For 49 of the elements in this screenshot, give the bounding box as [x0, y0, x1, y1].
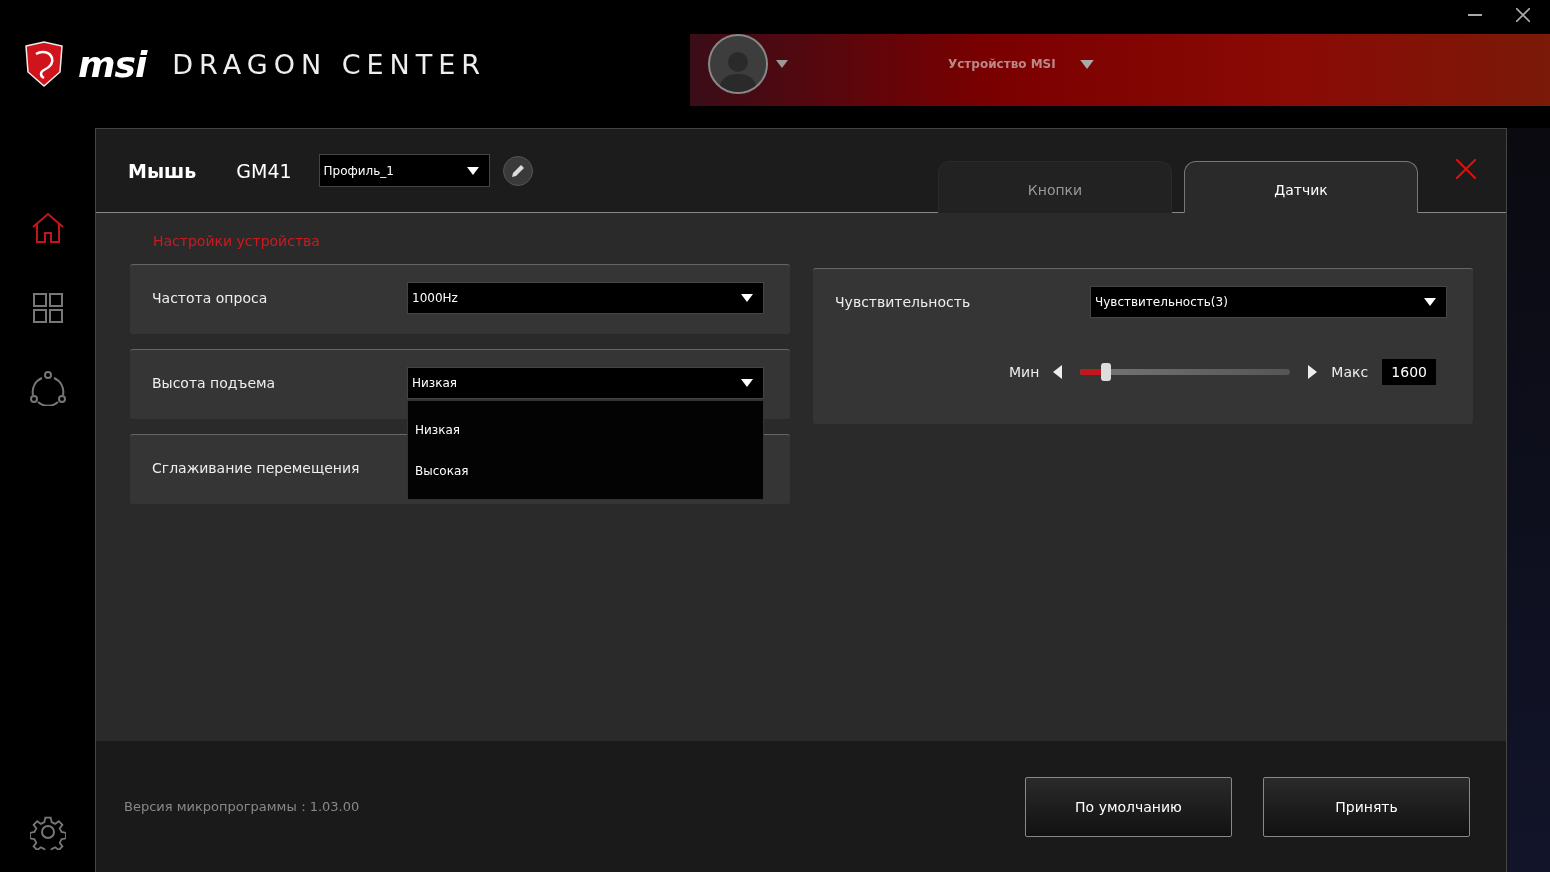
- setting-select[interactable]: Низкая: [407, 367, 764, 399]
- tab[interactable]: Датчик: [1184, 161, 1418, 213]
- setting-label: Чувствительность: [835, 293, 972, 310]
- setting-label: Сглаживание перемещения: [152, 459, 361, 476]
- caret-icon: [741, 379, 753, 387]
- slider-thumb[interactable]: [1101, 363, 1112, 381]
- edit-button[interactable]: [502, 155, 533, 186]
- caret-icon[interactable]: [776, 60, 788, 68]
- close-window-button[interactable]: [1514, 6, 1532, 24]
- settings-button[interactable]: [29, 814, 66, 850]
- caret-icon: [466, 166, 479, 175]
- brand-logo: msi: [78, 43, 147, 85]
- connected-nodes-icon: [28, 370, 67, 406]
- sidebar-item[interactable]: [28, 370, 67, 406]
- settings-icon: [29, 814, 66, 850]
- left-triangle-icon: [1053, 365, 1063, 379]
- max-label: Макс: [1331, 364, 1369, 380]
- grid-icon: [31, 292, 64, 324]
- close-icon: [1516, 8, 1530, 22]
- setting-label: Высота подъема: [152, 374, 277, 391]
- increase-button[interactable]: [1308, 365, 1318, 379]
- shield-logo-icon: [24, 40, 64, 88]
- sidebar-item[interactable]: [31, 292, 64, 324]
- dropdown-option[interactable]: Высокая: [408, 450, 763, 491]
- sensitivity-value: 1600: [1382, 359, 1437, 385]
- section-title: Настройки устройства: [152, 233, 321, 251]
- app-title: DRAGON CENTER: [172, 48, 487, 80]
- caret-icon: [1424, 298, 1436, 306]
- decrease-button[interactable]: [1053, 365, 1063, 379]
- setting-select[interactable]: Чувствительность(3): [1090, 286, 1447, 318]
- tab[interactable]: Кнопки: [938, 161, 1172, 213]
- close-icon: [1456, 159, 1476, 179]
- close-button[interactable]: [1456, 159, 1476, 179]
- setting-select[interactable]: 1000Hz: [407, 282, 764, 314]
- device-menu[interactable]: Устройство MSI: [948, 57, 1056, 71]
- slider-track[interactable]: [1080, 369, 1291, 375]
- footer-button[interactable]: По умолчанию: [1025, 776, 1232, 837]
- pencil-icon: [509, 162, 526, 179]
- min-label: Мин: [1009, 364, 1040, 380]
- footer-button[interactable]: Принять: [1263, 776, 1470, 837]
- dropdown-option[interactable]: Низкая: [408, 409, 763, 450]
- device-model: GM41: [236, 159, 292, 182]
- caret-icon[interactable]: [1079, 59, 1094, 69]
- caret-icon: [741, 294, 753, 302]
- setting-label: Частота опроса: [152, 289, 269, 306]
- firmware-version: Версия микропрограммы：1.03.00: [124, 797, 361, 816]
- dialog-title: Мышь: [128, 159, 197, 182]
- profile-select[interactable]: Профиль_1: [318, 154, 490, 187]
- right-triangle-icon: [1308, 365, 1318, 379]
